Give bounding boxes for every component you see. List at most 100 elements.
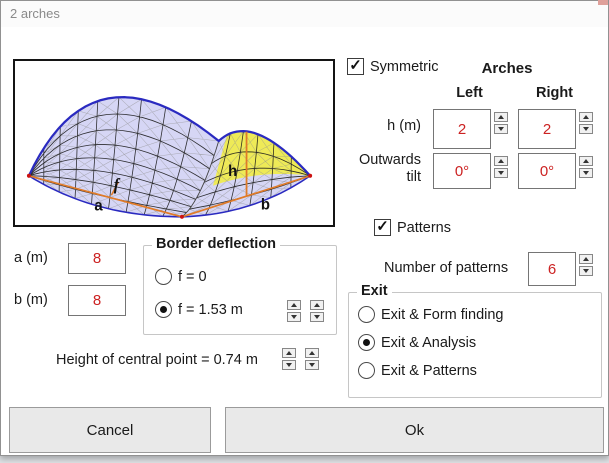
h-right-spinner [579,112,593,134]
spin-up-button[interactable] [579,254,593,264]
radio-f-value[interactable]: f = 1.53 m [155,301,243,318]
ok-button[interactable]: Ok [225,407,604,453]
b-input[interactable]: 8 [68,285,126,316]
diagram-label-h: h [228,163,237,180]
h-left-value: 2 [457,120,467,138]
spin-up-button[interactable] [287,300,301,310]
h-left-input[interactable]: 2 [433,109,491,149]
central-height-text: Height of central point = 0.74 m [56,352,258,368]
triangle-down-icon [498,171,504,175]
central-height-spinner-1 [282,348,296,370]
h-right-input[interactable]: 2 [518,109,576,149]
radio-f-zero[interactable]: f = 0 [155,268,207,285]
spin-down-button[interactable] [494,124,508,134]
triangle-up-icon [583,115,589,119]
checkbox-icon: ✓ [374,219,391,236]
triangle-up-icon [583,159,589,163]
spin-up-button[interactable] [579,156,593,166]
tilt-label: Outwards tilt [341,152,421,186]
a-label: a (m) [14,250,48,266]
border-deflection-title: Border deflection [152,236,281,252]
radio-exit-patterns-label: Exit & Patterns [381,362,477,379]
radio-icon [358,306,375,323]
triangle-down-icon [583,171,589,175]
triangle-down-icon [498,127,504,131]
triangle-up-icon [309,351,315,355]
triangle-down-icon [309,363,315,367]
spin-up-button[interactable] [579,112,593,122]
f-value-spinner-1 [287,300,301,322]
triangle-up-icon [291,303,297,307]
tilt-right-value: 0° [539,162,555,180]
triangle-up-icon [498,159,504,163]
spin-up-button[interactable] [494,112,508,122]
patterns-checkbox[interactable]: ✓ Patterns [374,219,451,236]
radio-exit-patterns[interactable]: Exit & Patterns [358,362,477,379]
b-value: 8 [92,292,102,309]
radio-exit-analysis[interactable]: Exit & Analysis [358,334,476,351]
symmetric-checkbox[interactable]: ✓ Symmetric [347,58,438,75]
spin-up-button[interactable] [282,348,296,358]
spin-down-button[interactable] [579,266,593,276]
spin-down-button[interactable] [282,360,296,370]
radio-icon [358,362,375,379]
triangle-down-icon [583,269,589,273]
spin-down-button[interactable] [310,312,324,322]
spin-down-button[interactable] [494,168,508,178]
triangle-down-icon [291,315,297,319]
a-input[interactable]: 8 [68,243,126,274]
border-deflection-group: Border deflection f = 0 f = 1.53 m [143,236,337,335]
tilt-right-input[interactable]: 0° [518,153,576,189]
window-title: 2 arches [10,6,60,21]
radio-exit-form-finding[interactable]: Exit & Form finding [358,306,504,323]
tilt-label-line2: tilt [406,169,422,185]
dialog-window: 2 arches a f b h a (m) 8 b (m) 8 Border … [0,0,609,456]
spin-up-button[interactable] [305,348,319,358]
title-bar[interactable]: 2 arches [1,1,608,27]
radio-exit-analysis-label: Exit & Analysis [381,334,477,351]
ok-button-label: Ok [404,421,425,439]
symmetric-label: Symmetric [370,58,439,75]
tilt-left-value: 0° [454,162,470,180]
h-label: h (m) [387,118,421,134]
column-header-right: Right [535,85,574,101]
checkmark-icon: ✓ [376,218,389,235]
background-close-button-fragment [598,0,608,5]
f-value-spinner-2 [310,300,324,322]
spin-up-button[interactable] [310,300,324,310]
radio-icon [358,334,375,351]
column-header-left: Left [456,85,483,101]
h-right-value: 2 [542,120,552,138]
diagram-label-b: b [261,196,270,213]
radio-icon [155,268,172,285]
radio-f-value-label: f = 1.53 m [178,301,243,318]
diagram-label-a: a [94,197,103,214]
arches-title: Arches [481,60,533,77]
radio-icon [155,301,172,318]
tilt-left-input[interactable]: 0° [433,153,491,189]
number-of-patterns-value: 6 [547,260,557,278]
triangle-up-icon [314,303,320,307]
central-height-spinner-2 [305,348,319,370]
number-of-patterns-input[interactable]: 6 [528,252,576,286]
triangle-up-icon [498,115,504,119]
exit-group: Exit Exit & Form finding Exit & Analysis… [348,283,602,398]
spin-down-button[interactable] [287,312,301,322]
spin-down-button[interactable] [579,168,593,178]
triangle-down-icon [314,315,320,319]
h-left-spinner [494,112,508,134]
spin-up-button[interactable] [494,156,508,166]
cancel-button[interactable]: Cancel [9,407,211,453]
membrane-preview-image: a f b h [13,59,335,227]
spin-down-button[interactable] [579,124,593,134]
radio-f-zero-label: f = 0 [178,268,207,285]
radio-dot [363,339,370,346]
number-of-patterns-label: Number of patterns [384,260,509,276]
triangle-down-icon [583,127,589,131]
checkbox-icon: ✓ [347,58,364,75]
spin-down-button[interactable] [305,360,319,370]
radio-exit-form-finding-label: Exit & Form finding [381,306,504,323]
patterns-count-spinner [579,254,593,276]
checkmark-icon: ✓ [349,57,362,74]
triangle-down-icon [286,363,292,367]
